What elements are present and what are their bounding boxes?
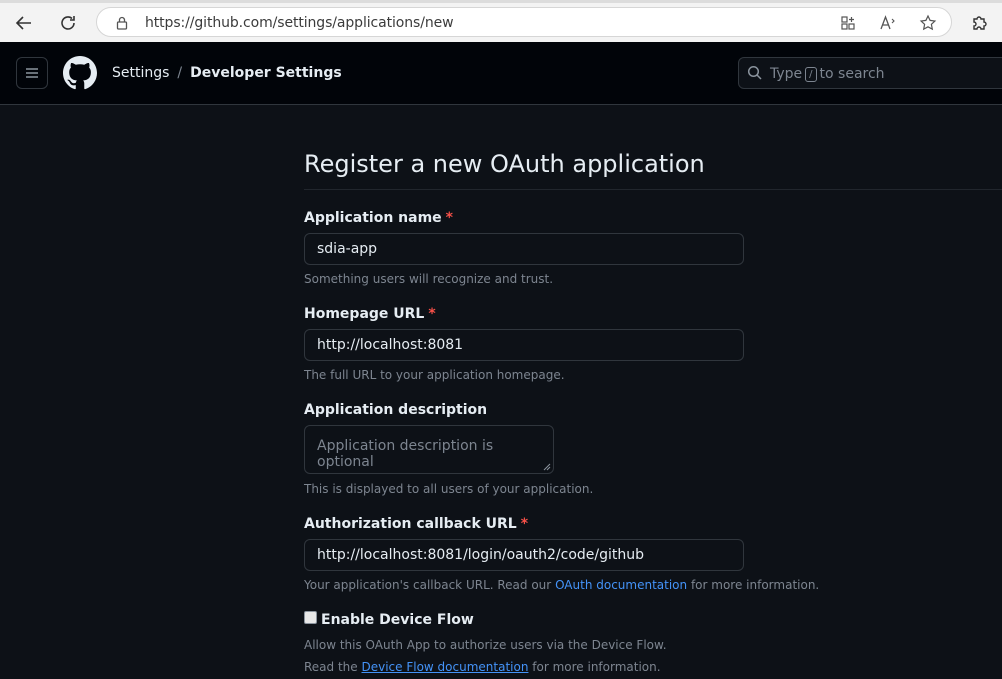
breadcrumb-separator: / [177,65,183,81]
back-button[interactable] [10,11,38,35]
apps-icon[interactable] [839,14,857,32]
description-placeholder: Application description is optional [317,438,494,470]
read-aloud-icon[interactable] [879,14,897,32]
required-mark: * [428,306,436,322]
github-logo-icon[interactable] [63,56,97,90]
menu-button[interactable] [16,57,48,89]
back-arrow-icon [15,16,31,30]
browser-toolbar: https://github.com/settings/applications… [0,0,1002,42]
homepage-url-label: Homepage URL * [304,306,436,322]
breadcrumb-settings[interactable]: Settings [112,65,169,81]
search-placeholder: Type / to search [770,66,885,82]
callback-url-input[interactable]: http://localhost:8081/login/oauth2/code/… [304,539,744,571]
app-name-input[interactable]: sdia-app [304,233,744,265]
device-flow-docs-link[interactable]: Device Flow documentation [362,660,529,674]
required-mark: * [520,516,529,532]
page-title: Register a new OAuth application [304,150,705,178]
puzzle-icon [973,16,987,30]
homepage-url-input[interactable]: http://localhost:8081 [304,329,744,361]
device-flow-hint: Allow this OAuth App to authorize users … [304,638,667,652]
hamburger-icon [26,68,38,78]
resize-grip-icon[interactable] [543,463,551,471]
description-hint: This is displayed to all users of your a… [304,482,594,496]
url-text: https://github.com/settings/applications… [145,15,454,31]
breadcrumb-developer-settings[interactable]: Developer Settings [190,65,342,81]
breadcrumb: Settings / Developer Settings [112,65,342,81]
title-divider [304,189,1002,190]
search-icon [747,65,762,80]
lock-icon [113,14,131,32]
homepage-url-hint: The full URL to your application homepag… [304,368,565,382]
oauth-docs-link[interactable]: OAuth documentation [555,578,687,592]
extensions-button[interactable] [966,11,994,35]
github-header: Settings / Developer Settings Type / to … [0,42,1002,105]
refresh-button[interactable] [54,11,82,35]
description-textarea[interactable]: Application description is optional [304,425,554,474]
app-name-hint: Something users will recognize and trust… [304,272,554,286]
description-label: Application description [304,402,488,418]
search-input[interactable]: Type / to search [738,57,1002,89]
refresh-icon [61,16,75,30]
required-mark: * [445,210,453,226]
slash-key-hint: / [805,66,817,82]
favorite-star-icon[interactable] [919,14,937,32]
device-flow-checkbox[interactable] [304,611,317,624]
address-bar[interactable]: https://github.com/settings/applications… [96,7,952,37]
device-flow-label[interactable]: Enable Device Flow [321,612,474,628]
app-name-label: Application name * [304,210,453,226]
callback-url-label: Authorization callback URL * [304,516,529,532]
callback-url-hint: Your application's callback URL. Read ou… [304,578,820,592]
device-flow-docs-hint: Read the Device Flow documentation for m… [304,660,661,674]
